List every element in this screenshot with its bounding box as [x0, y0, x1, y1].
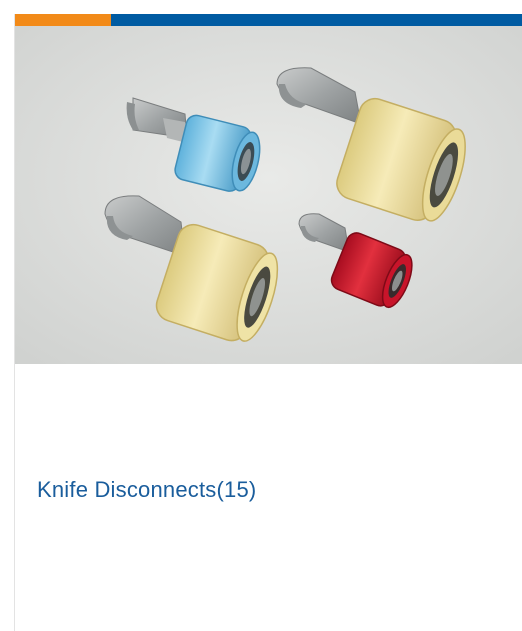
- category-title: Knife Disconnects: [37, 477, 217, 502]
- accent-bar-blue: [111, 14, 522, 26]
- accent-bar-orange: [15, 14, 111, 26]
- card-accent-bar: [15, 14, 522, 26]
- category-link[interactable]: Knife Disconnects(15): [37, 477, 256, 503]
- knife-disconnect-terminals-photo: [15, 26, 522, 364]
- page: Knife Disconnects(15): [0, 0, 522, 631]
- product-image[interactable]: [15, 26, 522, 364]
- category-card[interactable]: Knife Disconnects(15): [14, 14, 522, 631]
- category-count: (15): [216, 477, 257, 502]
